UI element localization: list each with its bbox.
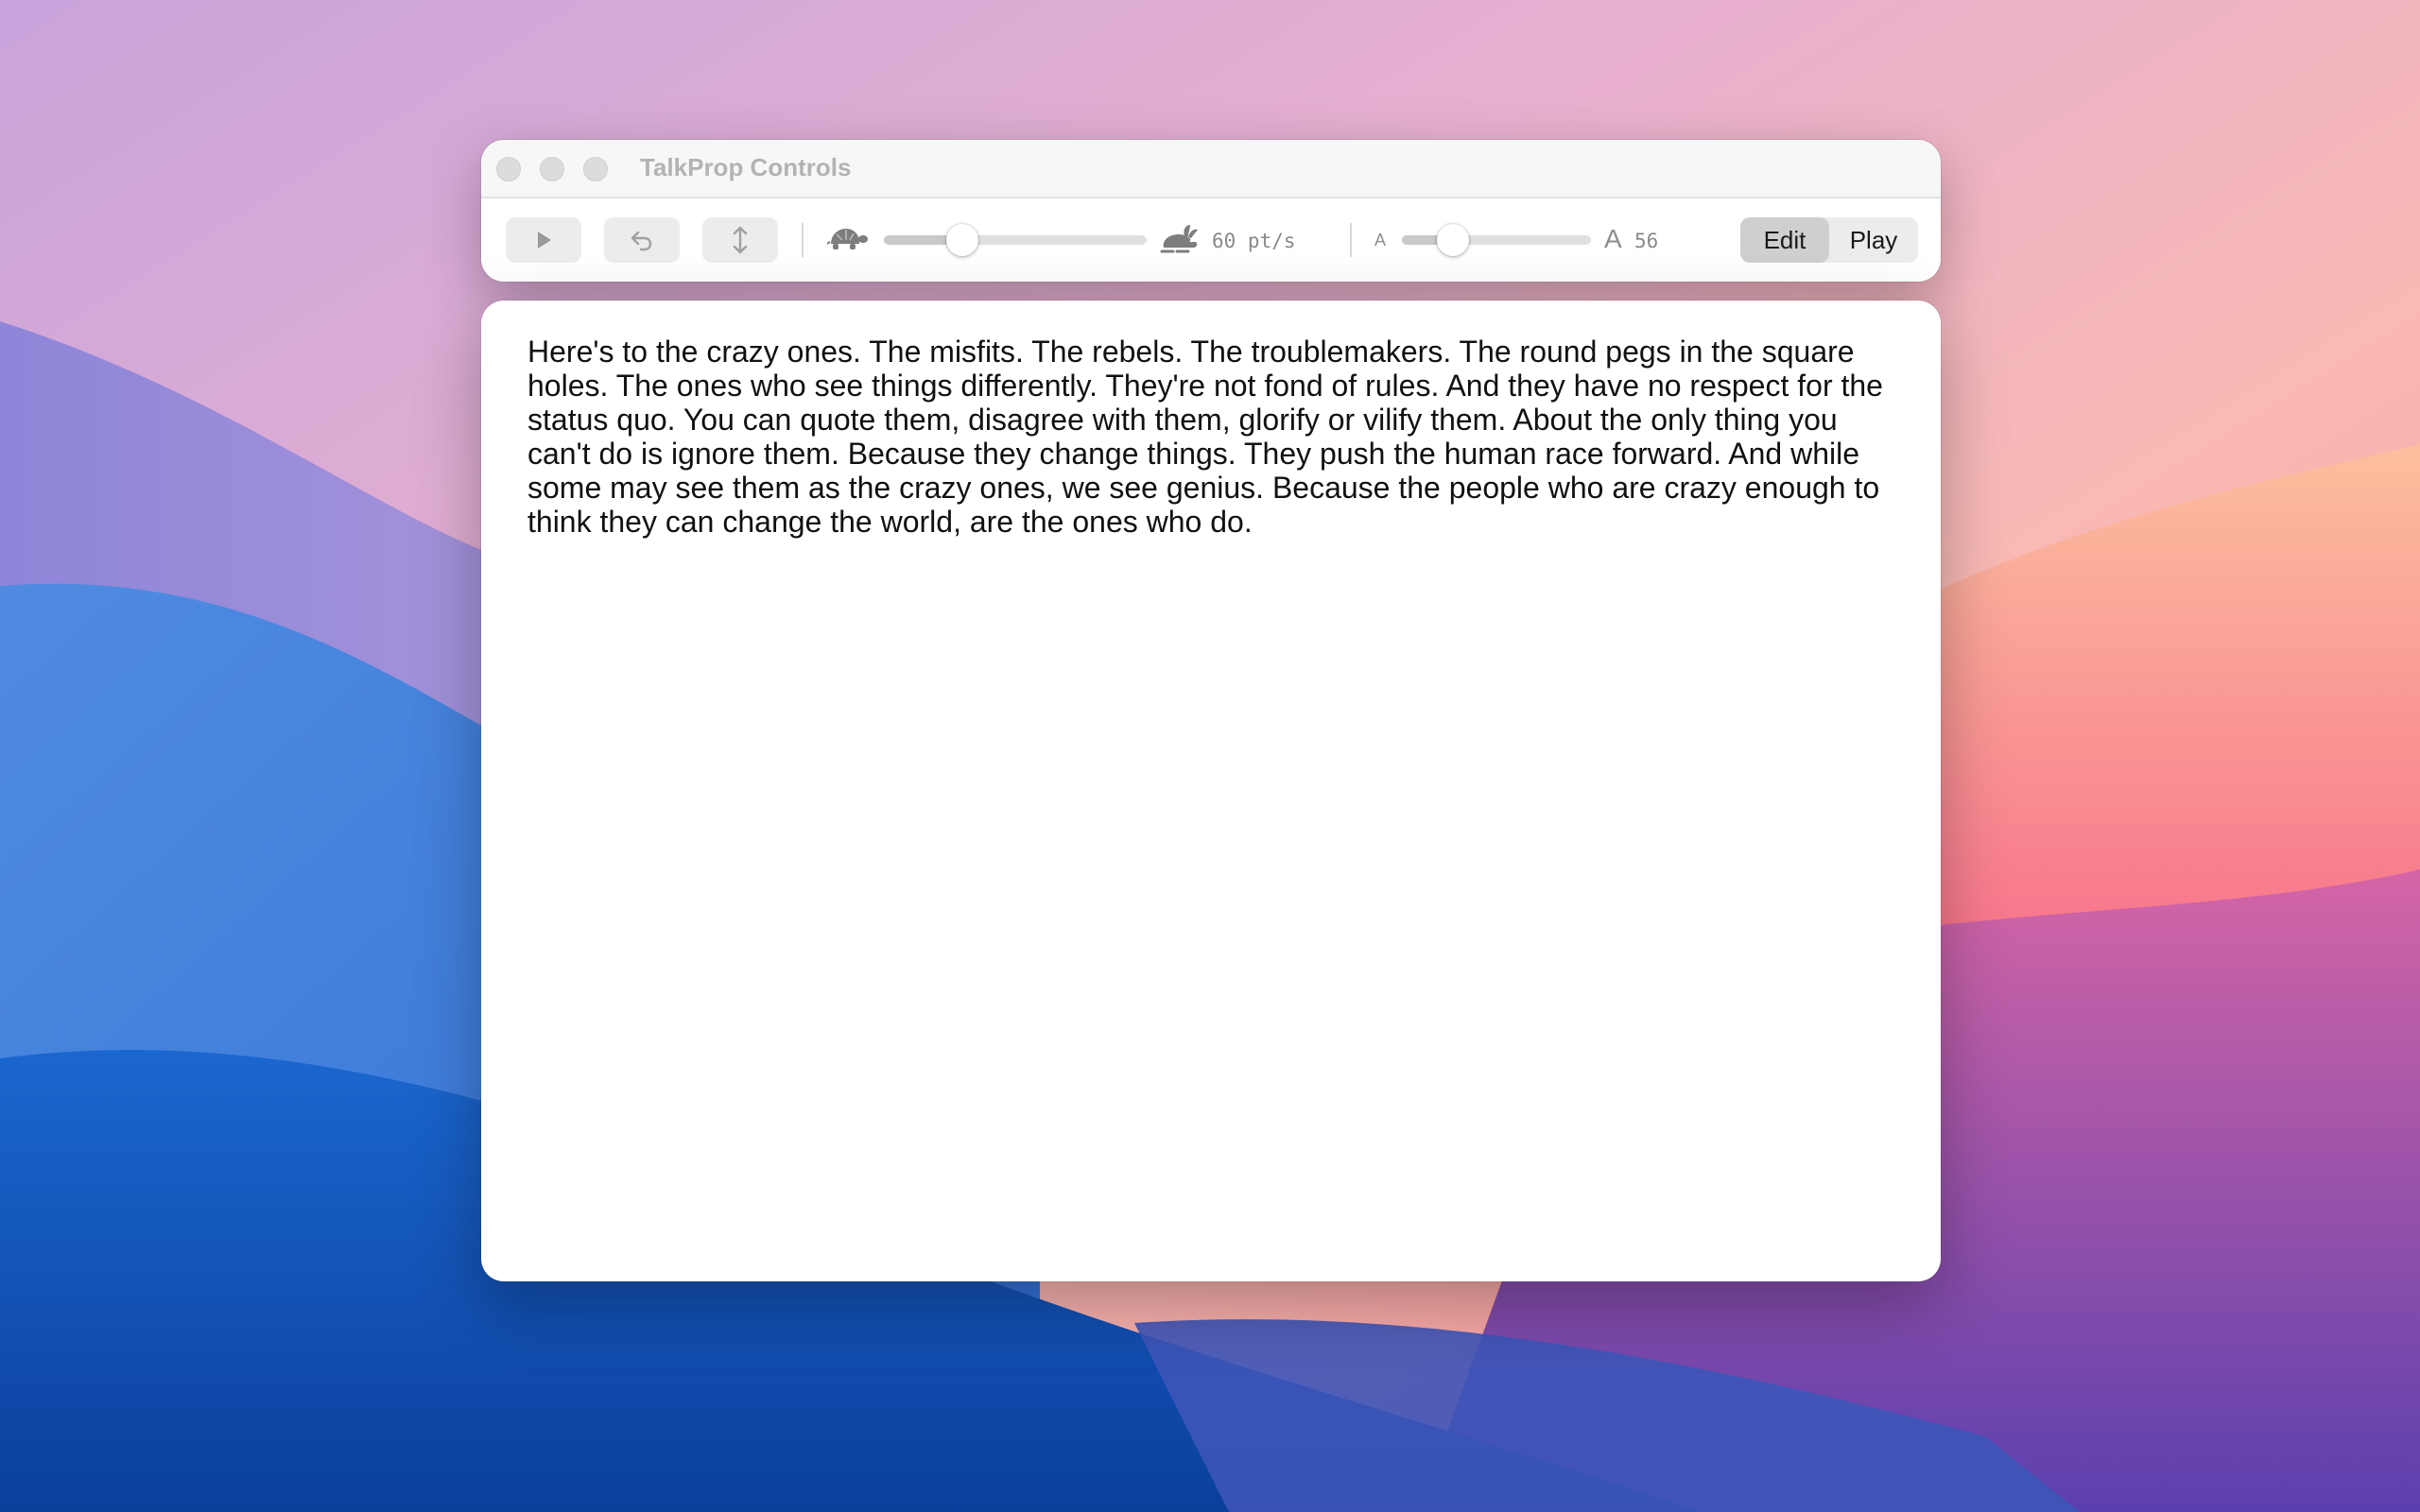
- font-size-slider-thumb[interactable]: [1437, 224, 1469, 256]
- undo-arrow-icon: [628, 226, 656, 254]
- font-size-slider[interactable]: [1402, 224, 1591, 256]
- hare-icon: [1160, 223, 1200, 260]
- reset-button[interactable]: [604, 217, 680, 263]
- toolbar-divider: [802, 223, 804, 257]
- script-editor-window: Here's to the crazy ones. The misfits. T…: [481, 301, 1941, 1281]
- large-font-label: A: [1604, 224, 1622, 253]
- vertical-arrows-icon: [729, 225, 752, 255]
- speed-slider[interactable]: [884, 224, 1147, 256]
- font-size-readout: 56: [1634, 230, 1659, 252]
- toolbar: 60 pt/s A A 56 Edit Play: [481, 198, 1941, 282]
- zoom-window-button[interactable]: [583, 157, 608, 181]
- speed-slider-thumb[interactable]: [946, 224, 978, 256]
- toolbar-divider: [1350, 223, 1352, 257]
- play-button[interactable]: [506, 217, 581, 263]
- small-font-label: A: [1374, 231, 1387, 249]
- play-icon: [532, 229, 555, 251]
- script-text-area[interactable]: Here's to the crazy ones. The misfits. T…: [527, 335, 1889, 539]
- window-title: TalkProp Controls: [640, 153, 852, 181]
- minimize-window-button[interactable]: [540, 157, 564, 181]
- tortoise-icon: [826, 225, 869, 258]
- reposition-button[interactable]: [702, 217, 778, 263]
- speed-readout: 60 pt/s: [1212, 230, 1296, 252]
- edit-mode-tab[interactable]: Edit: [1740, 217, 1829, 263]
- title-bar[interactable]: TalkProp Controls: [481, 140, 1941, 198]
- close-window-button[interactable]: [496, 157, 521, 181]
- controls-window: TalkProp Controls 60 pt/s A A 56 Edit Pl…: [481, 140, 1941, 282]
- mode-segmented-control: Edit Play: [1740, 217, 1918, 263]
- play-mode-tab[interactable]: Play: [1829, 217, 1918, 263]
